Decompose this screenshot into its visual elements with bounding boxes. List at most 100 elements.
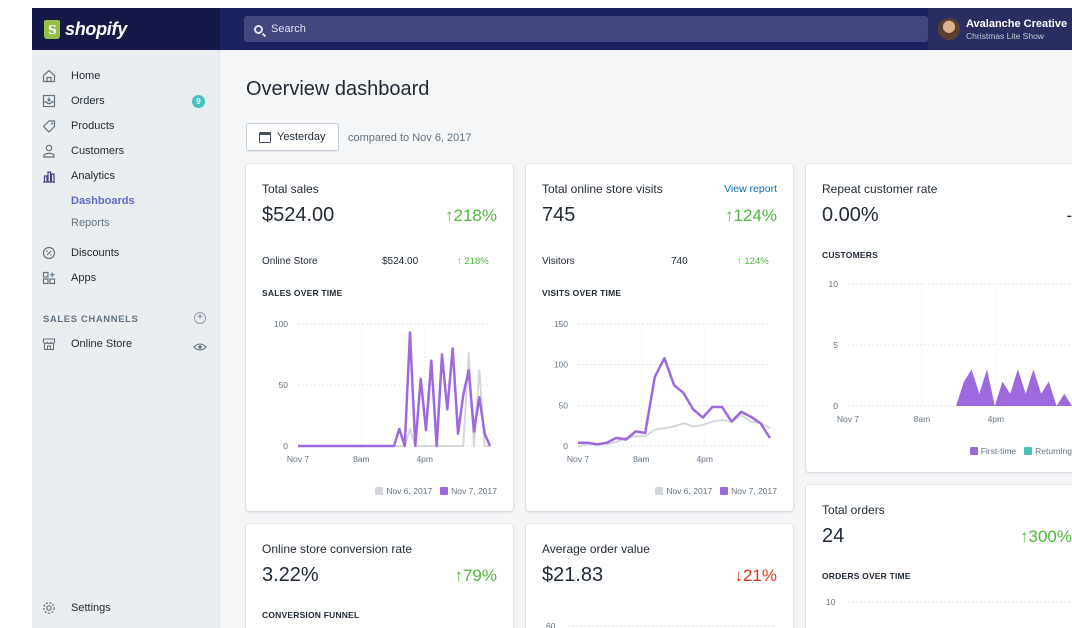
sales-over-time-chart: 0 50 100 Nov 7 8am 4pm xyxy=(274,319,492,464)
chart-title: VISITS OVER TIME xyxy=(542,288,622,298)
discounts-icon xyxy=(42,246,56,260)
chart-legend: First-time Returning xyxy=(962,446,1072,456)
y-tick-label: 100 xyxy=(554,360,568,370)
card-delta: ↓21% xyxy=(734,566,777,585)
y-tick-label: 150 xyxy=(554,319,568,329)
view-store-eye-icon[interactable] xyxy=(193,339,207,357)
breakdown-delta: ↑ 218% xyxy=(457,256,489,267)
x-tick-label: 8am xyxy=(353,454,370,464)
y-tick-label: 50 xyxy=(279,380,289,390)
legend-swatch xyxy=(655,487,664,495)
x-tick-label: Nov 7 xyxy=(837,414,859,424)
card-title: Average order value xyxy=(542,542,650,556)
card-title: Total online store visits xyxy=(542,182,663,196)
card-title: Online store conversion rate xyxy=(262,542,413,556)
breakdown-value: $524.00 xyxy=(382,256,419,267)
legend-swatch xyxy=(440,487,449,495)
date-range-button[interactable]: Yesterday xyxy=(246,123,339,151)
date-range-label: Yesterday xyxy=(277,131,326,143)
sidebar-item-analytics[interactable]: Analytics xyxy=(42,166,212,186)
sidebar-item-home[interactable]: Home xyxy=(42,66,212,86)
customers-icon xyxy=(42,144,56,158)
store-name: Avalanche Creative xyxy=(966,17,1068,30)
card-value: 3.22% xyxy=(262,564,319,586)
sidebar-item-label: Customers xyxy=(71,145,125,157)
x-tick-label: 4pm xyxy=(416,454,433,464)
add-sales-channel-icon[interactable]: + xyxy=(194,312,206,324)
top-bar: shopify Avalanche Creative Christmas Lit… xyxy=(32,8,1072,50)
analytics-icon xyxy=(42,169,56,183)
page-title: Overview dashboard xyxy=(246,78,430,100)
legend-label: Returning xyxy=(1035,446,1072,456)
visits-over-time-chart: 0 50 100 150 Nov 7 8am 4pm xyxy=(554,319,772,464)
series-area-1 xyxy=(848,369,1072,406)
card-delta: ↑218% xyxy=(445,206,497,225)
sidebar-subitem-dashboards[interactable]: Dashboards xyxy=(71,195,135,207)
card-value: 745 xyxy=(542,204,576,226)
series-line-1 xyxy=(298,352,490,447)
sidebar-item-label: Products xyxy=(71,120,115,132)
gear-icon xyxy=(42,601,56,615)
sidebar-item-discounts[interactable]: Discounts xyxy=(42,243,212,263)
sidebar-subitem-reports[interactable]: Reports xyxy=(71,217,110,229)
card-delta: ↑124% xyxy=(725,206,777,225)
chart-title: SALES OVER TIME xyxy=(262,288,343,298)
card-value: 0.00% xyxy=(822,204,879,226)
orders-count-badge: 9 xyxy=(192,95,205,108)
x-tick-label: 8am xyxy=(633,454,650,464)
total-orders-card: Total orders 24 ↑300% ORDERS OVER TIME 1… xyxy=(806,485,1072,628)
app-window: shopify Avalanche Creative Christmas Lit… xyxy=(32,8,1072,628)
products-icon xyxy=(42,119,56,133)
calendar-icon xyxy=(259,131,271,143)
sidebar-item-online-store[interactable]: Online Store xyxy=(42,334,212,354)
customers-chart: 0 5 10 Nov 7 8am 4pm xyxy=(829,279,1072,424)
search-input[interactable] xyxy=(271,23,871,35)
sidebar-item-label: Online Store xyxy=(71,338,133,350)
breakdown-delta: ↑ 124% xyxy=(737,256,769,267)
chart-title: CUSTOMERS xyxy=(822,250,878,260)
sidebar-item-orders[interactable]: Orders xyxy=(42,91,212,111)
sidebar-item-label: Analytics xyxy=(71,170,116,182)
breakdown-label: Visitors xyxy=(542,256,575,267)
y-tick-label: 50 xyxy=(559,400,569,410)
sidebar-item-products[interactable]: Products xyxy=(42,116,212,136)
search-bar[interactable] xyxy=(244,16,928,42)
x-tick-label: Nov 7 xyxy=(567,454,589,464)
sidebar: Home Orders 9 Products Customers Analyti… xyxy=(32,50,220,628)
y-tick-label: 0 xyxy=(283,441,288,451)
sidebar-item-settings[interactable]: Settings xyxy=(42,598,111,618)
brand-name: shopify xyxy=(65,18,127,39)
legend-label: Nov 7, 2017 xyxy=(731,486,777,496)
sidebar-item-customers[interactable]: Customers xyxy=(42,141,212,161)
breakdown-label: Online Store xyxy=(262,256,318,267)
search-icon xyxy=(254,24,263,34)
legend-label: Nov 6, 2017 xyxy=(386,486,433,496)
card-title: Total orders xyxy=(822,503,885,517)
sidebar-item-label: Orders xyxy=(71,95,105,107)
aov-chart: 60 xyxy=(546,621,776,628)
avatar xyxy=(938,18,960,40)
legend-swatch xyxy=(720,487,729,495)
y-tick-label: 0 xyxy=(563,441,568,451)
store-menu[interactable]: Avalanche Creative Christmas Lite Show xyxy=(928,8,1072,50)
sidebar-item-label: Home xyxy=(71,70,101,82)
conversion-rate-card: Online store conversion rate 3.22% ↑79% … xyxy=(246,524,513,628)
card-value: $21.83 xyxy=(542,564,604,586)
card-value: $524.00 xyxy=(262,204,335,226)
y-tick-label: 0 xyxy=(833,401,838,411)
brand[interactable]: shopify xyxy=(32,8,220,50)
sidebar-item-label: Discounts xyxy=(71,247,120,259)
store-icon xyxy=(42,337,56,351)
apps-icon xyxy=(42,271,56,285)
total-sales-card: Total sales $524.00 ↑218% Online Store $… xyxy=(246,164,513,511)
legend-label: Nov 7, 2017 xyxy=(451,486,497,496)
view-report-link[interactable]: View report xyxy=(724,183,777,195)
average-order-value-card: Average order value $21.83 ↓21% 60 xyxy=(526,524,793,628)
y-tick-label: 60 xyxy=(546,621,556,628)
orders-chart: 10 xyxy=(826,597,1072,607)
y-tick-label: 10 xyxy=(826,597,836,607)
sidebar-item-apps[interactable]: Apps xyxy=(42,268,212,288)
orders-icon xyxy=(42,94,56,108)
legend-swatch xyxy=(1024,447,1033,455)
legend-swatch xyxy=(375,487,384,495)
